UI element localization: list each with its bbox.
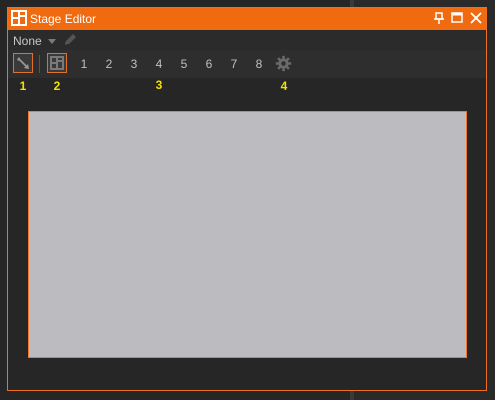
title-bar[interactable]: Stage Editor xyxy=(8,8,486,30)
window-title: Stage Editor xyxy=(30,12,97,26)
stage-6-button[interactable]: 6 xyxy=(202,57,216,71)
close-icon[interactable] xyxy=(468,10,484,26)
stage-layout-button[interactable] xyxy=(47,53,67,73)
callout-label-2: 2 xyxy=(53,79,61,93)
stage-2-button[interactable]: 2 xyxy=(102,57,116,71)
callout-label-1: 1 xyxy=(19,79,27,93)
pencil-icon[interactable] xyxy=(64,32,78,46)
select-tool-button[interactable] xyxy=(13,53,33,73)
maximize-icon[interactable] xyxy=(449,10,465,26)
stage-selector-bar: None xyxy=(8,30,486,50)
callout-label-4: 4 xyxy=(280,79,288,93)
stage-7-button[interactable]: 7 xyxy=(227,57,241,71)
stage-4-button[interactable]: 4 xyxy=(152,57,166,71)
stage-8-button[interactable]: 8 xyxy=(252,57,266,71)
pointer-brush-icon xyxy=(17,57,29,69)
toolbar-separator xyxy=(39,55,40,73)
stage-tools-bar: 1 2 3 4 5 6 7 8 xyxy=(8,50,486,78)
stage-editor-window: Stage Editor None 1 2 3 4 5 6 7 8 1 2 3 … xyxy=(7,7,487,391)
stage-editor-logo-icon xyxy=(11,10,27,26)
stage-layout-icon xyxy=(50,56,64,70)
stage-5-button[interactable]: 5 xyxy=(177,57,191,71)
stage-dropdown-value: None xyxy=(13,34,42,48)
stage-1-button[interactable]: 1 xyxy=(77,57,91,71)
callout-label-3: 3 xyxy=(155,78,163,92)
gear-icon[interactable] xyxy=(275,55,292,72)
stage-dropdown[interactable]: None xyxy=(13,33,57,49)
stage-3-button[interactable]: 3 xyxy=(127,57,141,71)
stage-canvas[interactable] xyxy=(28,111,467,358)
chevron-down-icon xyxy=(47,39,56,44)
pin-icon[interactable] xyxy=(431,10,447,26)
